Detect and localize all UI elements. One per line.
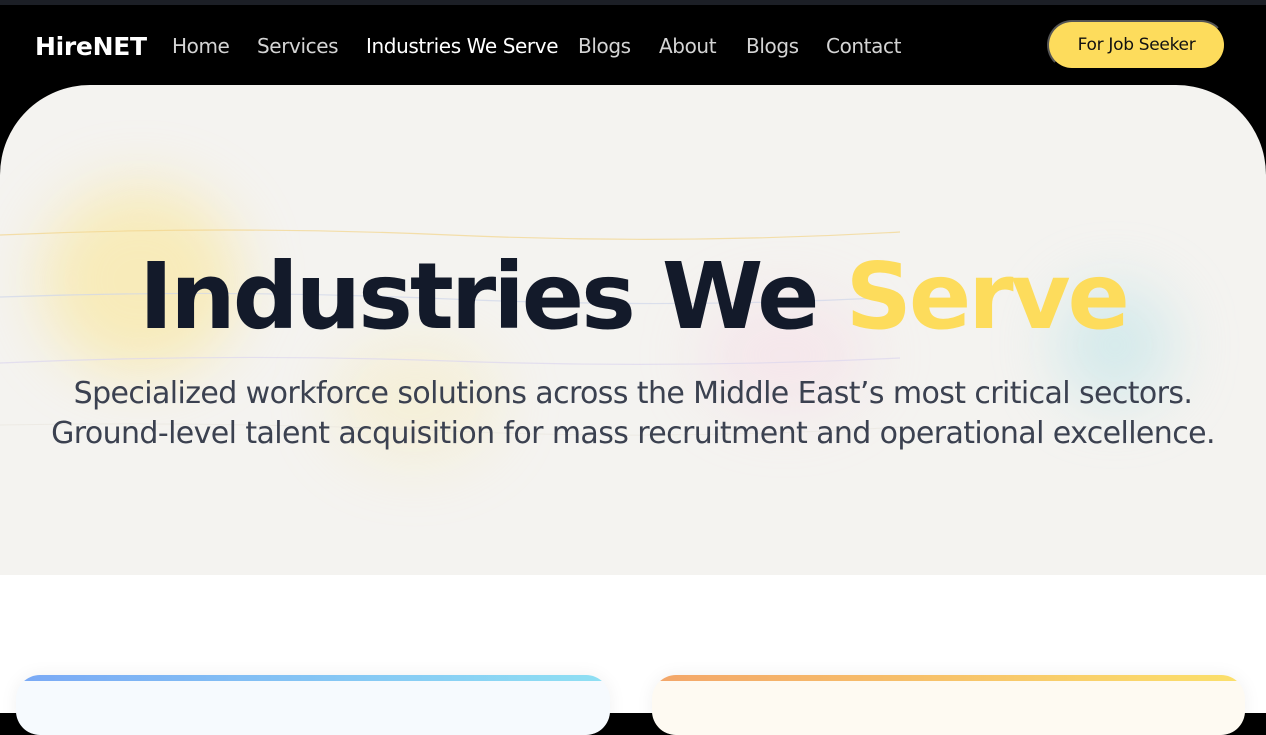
nav-services[interactable]: Services (257, 34, 339, 58)
page-title: Industries We Serve (0, 243, 1266, 350)
for-job-seeker-button[interactable]: For Job Seeker (1047, 20, 1226, 70)
nav-home[interactable]: Home (172, 34, 230, 58)
nav-industries-we-serve[interactable]: Industries We Serve (366, 34, 559, 58)
hero-subtitle-line-1: Specialized workforce solutions across t… (73, 376, 1193, 411)
nav-blogs-secondary[interactable]: Blogs (746, 34, 799, 58)
nav-blogs[interactable]: Blogs (578, 34, 631, 58)
logo[interactable]: HireNET (35, 32, 147, 61)
page-title-accent: Serve (845, 243, 1130, 350)
nav-contact[interactable]: Contact (826, 34, 901, 58)
hero-section: Industries We Serve Specialized workforc… (0, 85, 1266, 575)
industry-card[interactable] (16, 675, 610, 735)
hero-subtitle-line-2: Ground-level talent acquisition for mass… (51, 416, 1215, 451)
navbar: HireNET Home Services Industries We Serv… (0, 5, 1266, 85)
industry-card[interactable] (652, 675, 1245, 735)
industries-section (0, 575, 1266, 735)
card-accent-bar (16, 675, 610, 681)
nav-about[interactable]: About (659, 34, 717, 58)
card-accent-bar (652, 675, 1245, 681)
page-title-main: Industries We (139, 243, 820, 350)
